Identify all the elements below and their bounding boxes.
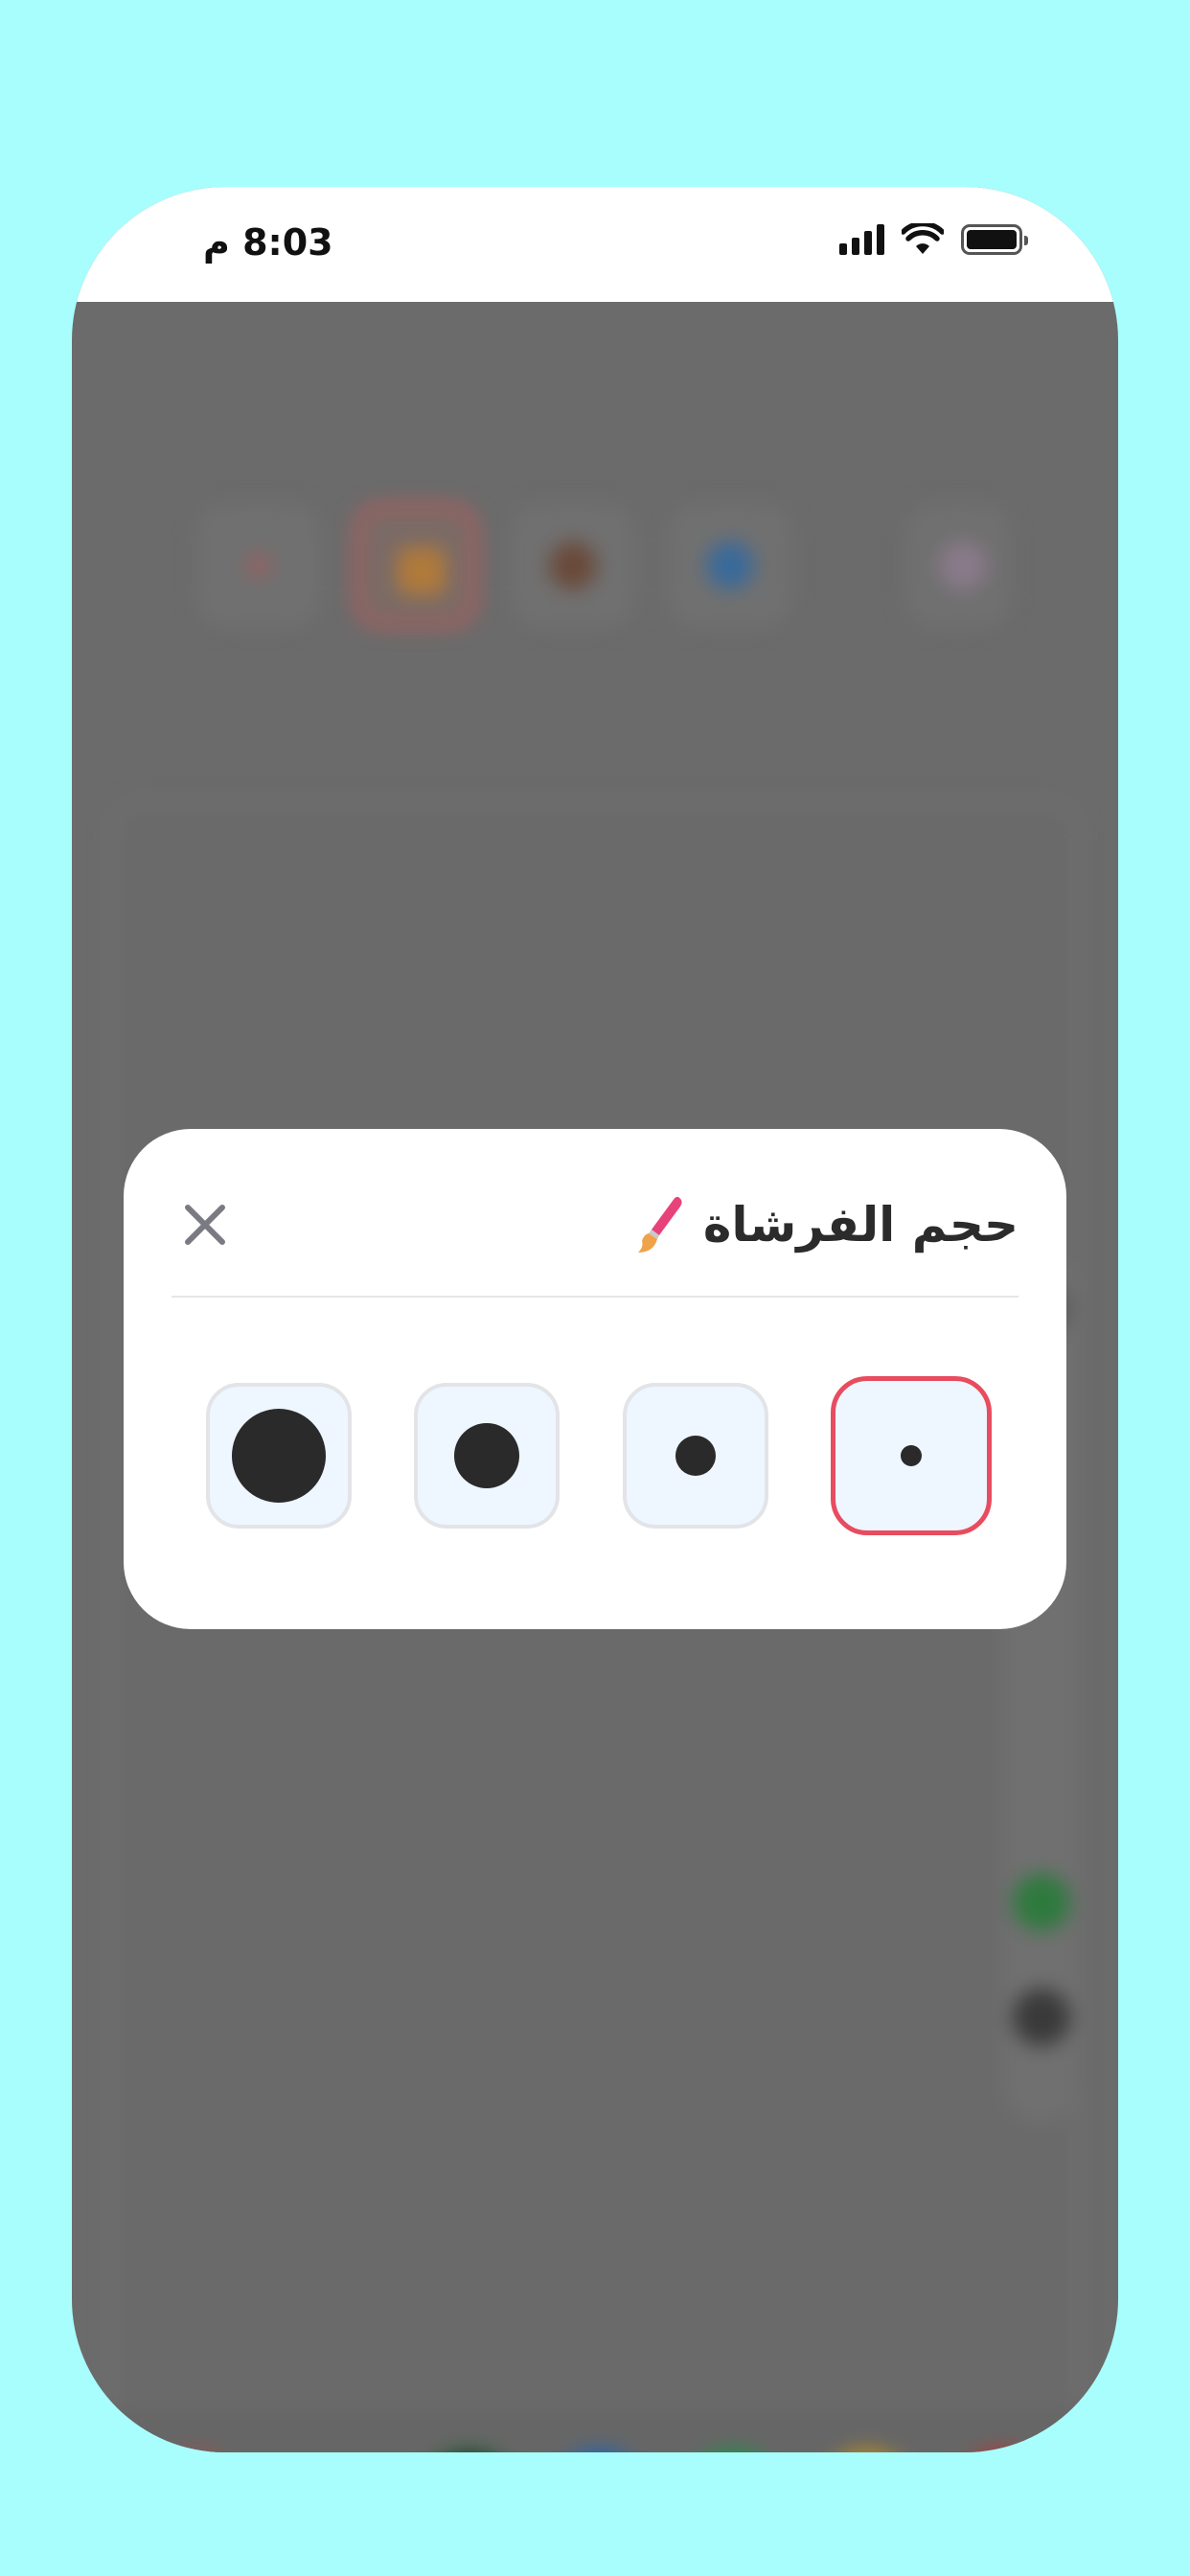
size-dot	[232, 1409, 326, 1503]
modal-title-group: حجم الفرشاة	[632, 1193, 1018, 1256]
status-icons	[839, 223, 1028, 256]
size-dot	[675, 1436, 716, 1476]
brush-size-options	[172, 1376, 1018, 1535]
close-icon	[185, 1205, 225, 1245]
close-button[interactable]	[172, 1191, 239, 1258]
size-dot	[454, 1423, 520, 1488]
modal-header: حجم الفرشاة	[172, 1177, 1018, 1273]
cellular-signal-icon	[839, 224, 884, 255]
color-bar	[72, 2410, 1118, 2452]
wifi-icon	[902, 223, 944, 254]
tool-chip	[668, 503, 792, 628]
divider	[172, 1296, 1018, 1298]
brush-size-extra-large[interactable]	[206, 1383, 352, 1529]
paintbrush-icon	[637, 1196, 682, 1253]
tool-chip	[196, 503, 321, 628]
brush-size-medium[interactable]	[622, 1383, 768, 1529]
status-time: 8:03 م	[203, 221, 333, 264]
brush-size-modal: حجم الفرشاة	[124, 1129, 1066, 1629]
brush-size-large[interactable]	[414, 1383, 561, 1529]
battery-icon	[961, 224, 1028, 255]
brush-size-small[interactable]	[830, 1376, 992, 1535]
size-dot	[900, 1445, 922, 1466]
tool-chip	[511, 503, 635, 628]
status-bar: 8:03 م	[72, 187, 1118, 302]
modal-title: حجم الفرشاة	[702, 1197, 1018, 1253]
tool-chip	[354, 503, 478, 628]
tool-chip	[905, 503, 1011, 628]
